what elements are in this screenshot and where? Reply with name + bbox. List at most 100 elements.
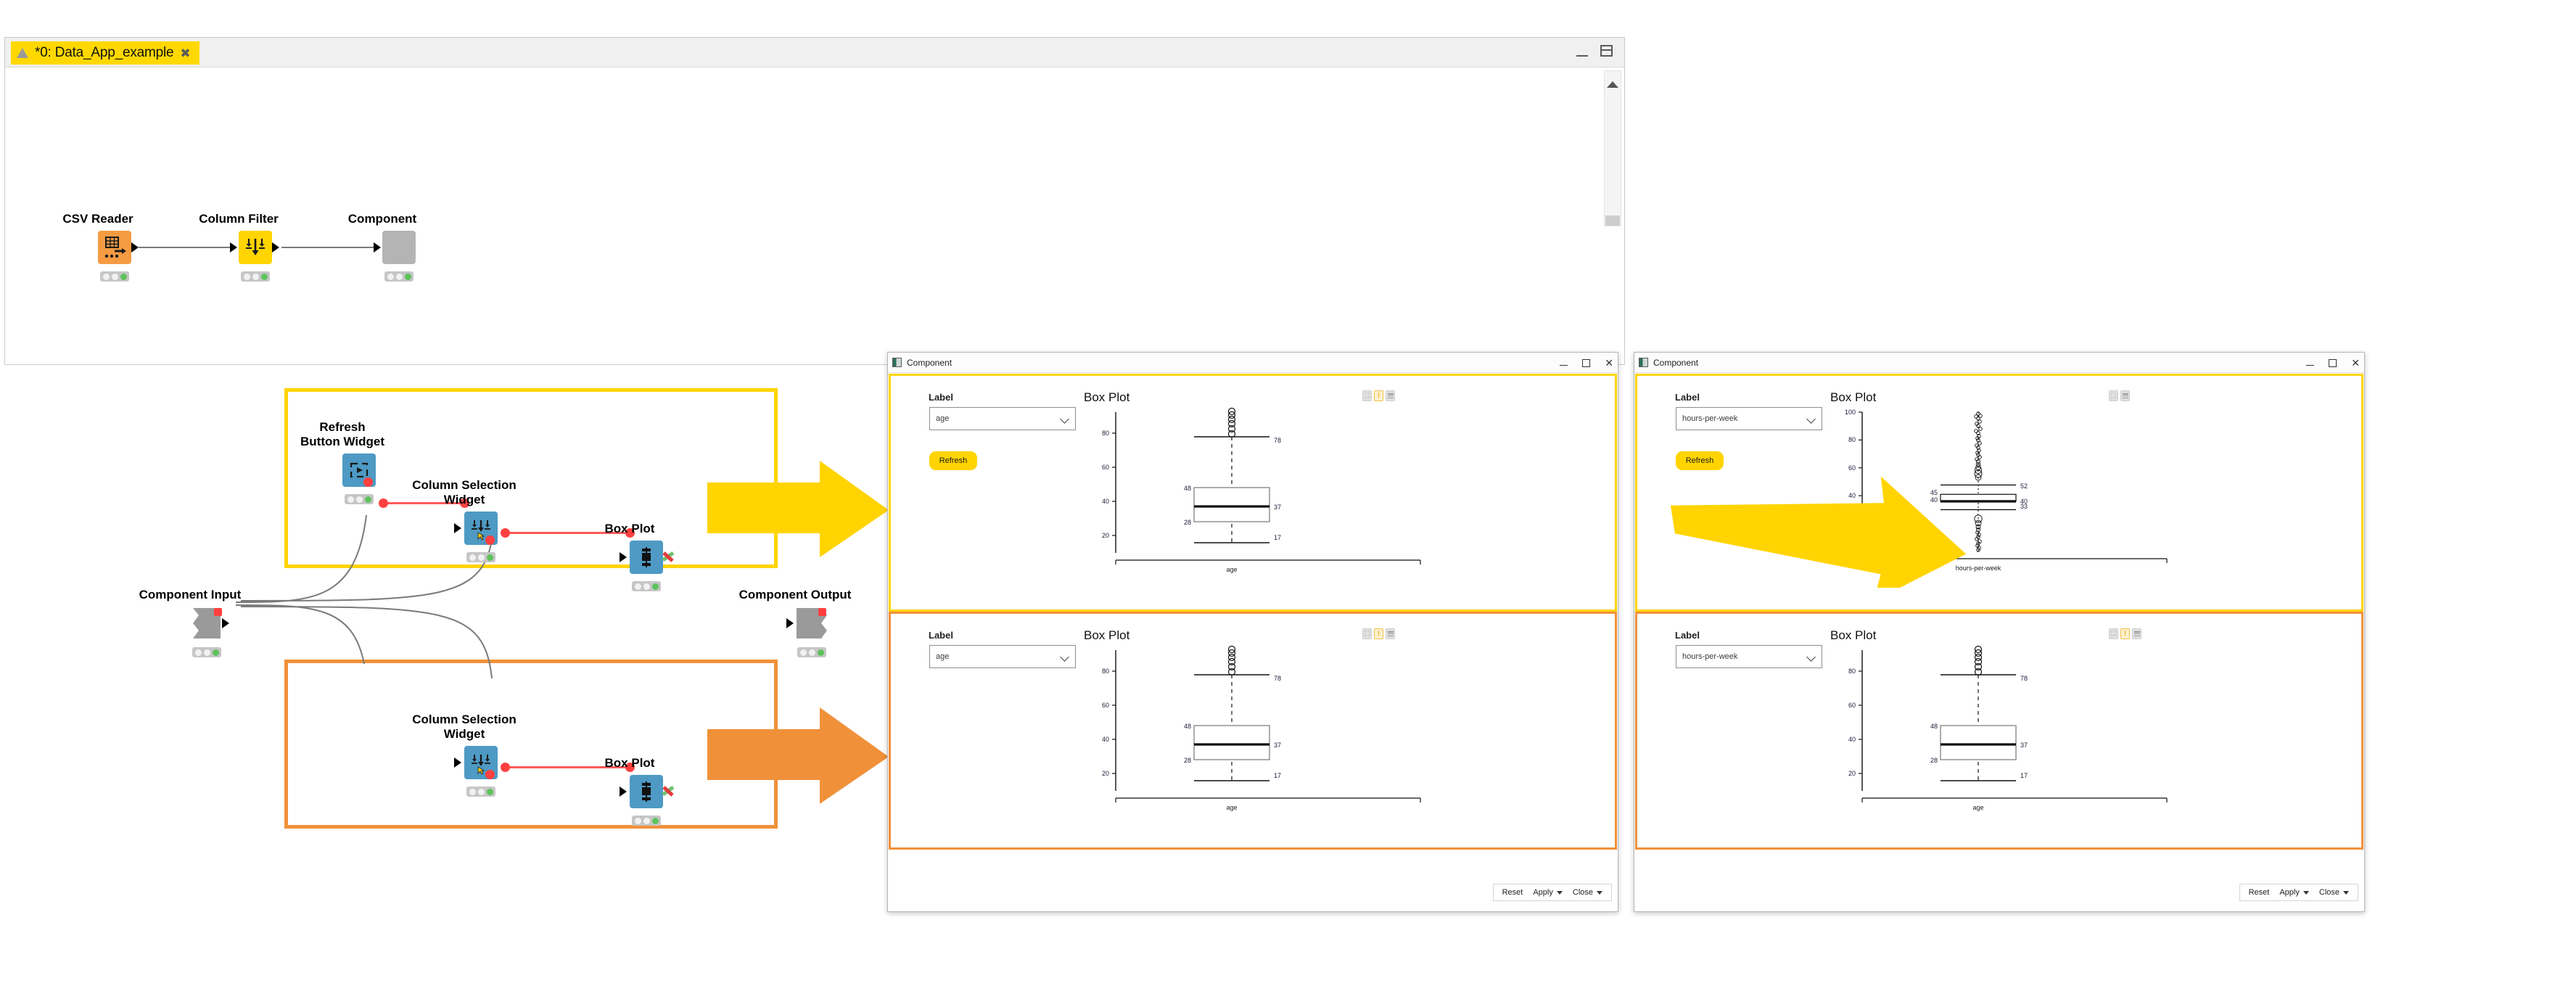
svg-text:40: 40 bbox=[1102, 498, 1109, 505]
node-flow-variable-port[interactable] bbox=[363, 477, 373, 487]
menu-icon[interactable] bbox=[1386, 390, 1395, 401]
svg-text:17: 17 bbox=[1274, 772, 1281, 779]
component-icon bbox=[382, 231, 416, 264]
plot-toolbar[interactable]: ⛶ bbox=[2109, 390, 2130, 401]
box-plot-chart: 20 40 60 80 78 48 28 37 17 age bbox=[1102, 645, 1421, 811]
input-port[interactable] bbox=[230, 242, 237, 252]
svg-text:52: 52 bbox=[2020, 482, 2028, 490]
close-button[interactable]: Close bbox=[2319, 888, 2349, 897]
maximize-icon[interactable] bbox=[1582, 358, 1591, 367]
scroll-up-arrow-icon[interactable] bbox=[1607, 81, 1618, 88]
refresh-button[interactable]: Refresh bbox=[929, 451, 977, 470]
output-port[interactable] bbox=[272, 242, 279, 252]
close-icon[interactable]: ✕ bbox=[2351, 358, 2360, 368]
column-select-dropdown[interactable]: age bbox=[929, 407, 1076, 430]
fullscreen-icon[interactable]: ⛶ bbox=[2109, 628, 2118, 639]
column-select-dropdown[interactable]: age bbox=[929, 645, 1076, 668]
svg-text:37: 37 bbox=[1274, 742, 1281, 749]
fullscreen-icon[interactable]: ⛶ bbox=[1362, 628, 1372, 639]
dialog-title-bar[interactable]: Component ✕ bbox=[888, 353, 1618, 373]
node-flow-variable-port[interactable] bbox=[485, 770, 495, 779]
svg-text:60: 60 bbox=[1848, 702, 1856, 709]
plot-toolbar[interactable]: ⛶ ! bbox=[1362, 628, 1395, 639]
svg-text:age: age bbox=[1226, 566, 1237, 573]
warning-icon[interactable]: ! bbox=[2120, 628, 2130, 639]
component-dialog-left[interactable]: Component ✕ Label age Refresh Box Plot ⛶… bbox=[887, 352, 1618, 912]
input-port[interactable] bbox=[620, 787, 627, 797]
svg-text:20: 20 bbox=[1102, 770, 1109, 777]
minimize-icon[interactable] bbox=[2306, 364, 2315, 366]
flow-variable-port-out bbox=[501, 528, 510, 538]
input-port[interactable] bbox=[454, 757, 461, 768]
close-icon[interactable]: ✕ bbox=[1605, 358, 1613, 368]
svg-text:37: 37 bbox=[1274, 504, 1281, 511]
input-port[interactable] bbox=[454, 523, 461, 533]
menu-icon[interactable] bbox=[2120, 390, 2130, 401]
output-port[interactable] bbox=[131, 242, 139, 252]
plot-toolbar[interactable]: ⛶ ! bbox=[1362, 390, 1395, 401]
output-port[interactable] bbox=[222, 618, 229, 628]
column-select-dropdown[interactable]: hours-per-week bbox=[1676, 645, 1822, 668]
svg-text:48: 48 bbox=[1184, 723, 1191, 730]
dialog-title-bar[interactable]: Component ✕ bbox=[1634, 353, 2364, 373]
minimize-icon[interactable] bbox=[1560, 364, 1568, 366]
node-flow-variable-port[interactable] bbox=[485, 535, 495, 545]
node-label: Column Filter bbox=[199, 212, 279, 226]
reset-button[interactable]: Reset bbox=[2249, 888, 2270, 897]
caret-down-icon[interactable] bbox=[1556, 890, 1563, 895]
svg-text:17: 17 bbox=[2020, 772, 2028, 779]
node-status bbox=[192, 647, 221, 657]
reset-button[interactable]: Reset bbox=[1502, 888, 1523, 897]
workflow-canvas[interactable]: CSV Reader Column Filter Component bbox=[5, 67, 1602, 364]
dialog-footer-left: Reset Apply Close bbox=[888, 874, 1618, 911]
caret-down-icon[interactable] bbox=[1597, 890, 1602, 895]
warning-icon[interactable]: ! bbox=[1374, 628, 1383, 639]
close-icon[interactable]: ✖ bbox=[180, 47, 190, 59]
minimize-icon[interactable] bbox=[1576, 49, 1588, 57]
node-label: Box Plot bbox=[604, 522, 655, 535]
maximize-icon[interactable] bbox=[2329, 358, 2337, 367]
plot-toolbar[interactable]: ⛶ ! bbox=[2109, 628, 2141, 639]
dialog-footer-right: Reset Apply Close bbox=[1634, 874, 2364, 911]
workflow-tab-label: *0: Data_App_example bbox=[35, 45, 174, 60]
node-status bbox=[384, 271, 413, 282]
footer-button-group[interactable]: Reset Apply Close bbox=[1492, 884, 1612, 901]
caret-down-icon[interactable] bbox=[2343, 890, 2349, 895]
orange-annotation-arrow bbox=[707, 707, 889, 804]
svg-text:age: age bbox=[1972, 804, 1983, 811]
status-dot bbox=[194, 649, 202, 656]
menu-icon[interactable] bbox=[1386, 628, 1395, 639]
caret-down-icon[interactable] bbox=[2303, 890, 2309, 895]
panel-bottom-right: Label hours-per-week Box Plot ⛶ ! 20 40 … bbox=[1635, 612, 2363, 850]
dialog-title: Component bbox=[1653, 357, 1699, 368]
fullscreen-icon[interactable]: ⛶ bbox=[1362, 390, 1372, 401]
box-plot-node-icon bbox=[630, 775, 663, 808]
node-status bbox=[100, 271, 129, 282]
warning-icon[interactable]: ! bbox=[1374, 390, 1383, 401]
knime-editor-window: *0: Data_App_example ✖ CSV Reader Column… bbox=[4, 37, 1625, 365]
plot-title: Box Plot bbox=[1830, 390, 1877, 404]
scrollbar-thumb[interactable] bbox=[1605, 215, 1620, 226]
component-dialog-right[interactable]: Component ✕ Label hours-per-week Refresh… bbox=[1634, 352, 2365, 912]
footer-button-group[interactable]: Reset Apply Close bbox=[2239, 884, 2358, 901]
status-dot bbox=[643, 817, 650, 824]
svg-text:48: 48 bbox=[1184, 485, 1191, 492]
fullscreen-icon[interactable]: ⛶ bbox=[2109, 390, 2118, 401]
close-button[interactable]: Close bbox=[1573, 888, 1602, 897]
input-port[interactable] bbox=[620, 552, 627, 562]
workflow-tab[interactable]: *0: Data_App_example ✖ bbox=[11, 41, 199, 65]
node-label-line1: Refresh bbox=[319, 420, 366, 434]
input-port[interactable] bbox=[786, 618, 794, 628]
input-port[interactable] bbox=[374, 242, 381, 252]
editor-vertical-scrollbar[interactable] bbox=[1604, 70, 1621, 226]
menu-icon[interactable] bbox=[2132, 628, 2141, 639]
node-status bbox=[632, 581, 661, 591]
plot-title: Box Plot bbox=[1830, 628, 1877, 642]
node-status bbox=[632, 816, 661, 826]
svg-text:40: 40 bbox=[1102, 736, 1109, 743]
node-status bbox=[345, 494, 374, 504]
column-select-dropdown[interactable]: hours-per-week bbox=[1676, 407, 1822, 430]
apply-button[interactable]: Apply bbox=[1533, 888, 1563, 897]
apply-button[interactable]: Apply bbox=[2279, 888, 2309, 897]
maximize-icon[interactable] bbox=[1600, 45, 1613, 57]
